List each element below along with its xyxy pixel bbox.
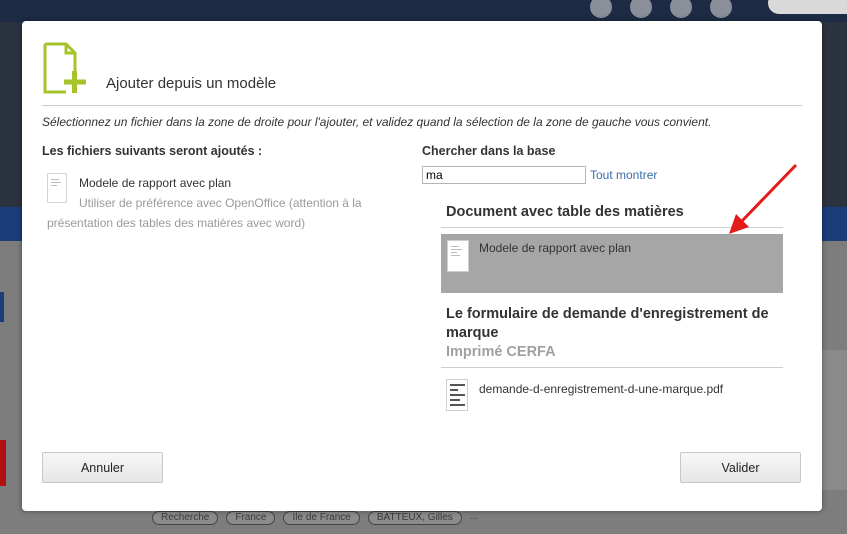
group-title: Document avec table des matières	[446, 204, 684, 220]
title-divider	[42, 105, 802, 106]
app-side-marker	[0, 292, 4, 322]
help-icon	[710, 0, 732, 18]
selected-file-name: Modele de rapport avec plan	[79, 176, 232, 190]
search-label: Chercher dans la base	[422, 144, 556, 158]
app-tag: BATTEUX, Gilles	[367, 511, 462, 525]
app-tag-more: ...	[469, 511, 479, 522]
app-tag: Ile de France	[283, 511, 360, 525]
add-document-icon	[43, 42, 86, 94]
search-input[interactable]	[422, 166, 586, 184]
group-divider	[441, 227, 783, 228]
result-item-selected[interactable]: Modele de rapport avec plan	[441, 234, 783, 293]
cancel-button[interactable]: Annuler	[42, 452, 163, 483]
selected-files-heading: Les fichiers suivants seront ajoutés :	[42, 144, 263, 158]
group-title: Le formulaire de demande d'enregistremen…	[446, 306, 769, 341]
dialog-title: Ajouter depuis un modèle	[106, 75, 277, 92]
app-top-icons	[590, 0, 732, 18]
dialog-instruction: Sélectionnez un fichier dans la zone de …	[42, 115, 712, 129]
selected-file-description: Utiliser de préférence avec OpenOffice (…	[47, 196, 362, 230]
document-icon	[447, 240, 469, 272]
app-search-box	[768, 0, 847, 14]
result-item[interactable]: demande-d-enregistrement-d-une-marque.pd…	[441, 373, 783, 413]
app-right-panel	[820, 350, 847, 490]
sync-icon	[590, 0, 612, 18]
app-tag: France	[226, 511, 276, 525]
app-tag-list: Recherche France Ile de France BATTEUX, …	[152, 511, 478, 525]
group-divider	[441, 367, 783, 368]
result-item-name: demande-d-enregistrement-d-une-marque.pd…	[479, 382, 724, 396]
add-from-template-dialog: Ajouter depuis un modèle Sélectionnez un…	[22, 21, 822, 511]
show-all-link[interactable]: Tout montrer	[590, 168, 657, 182]
pdf-document-icon	[446, 379, 468, 411]
group-subtitle: Imprimé CERFA	[446, 344, 556, 360]
gear-icon	[630, 0, 652, 18]
result-item-name: Modele de rapport avec plan	[479, 241, 632, 255]
app-tag: Recherche	[152, 511, 219, 525]
rss-icon	[670, 0, 692, 18]
app-red-marker	[0, 440, 6, 486]
validate-button[interactable]: Valider	[680, 452, 801, 483]
